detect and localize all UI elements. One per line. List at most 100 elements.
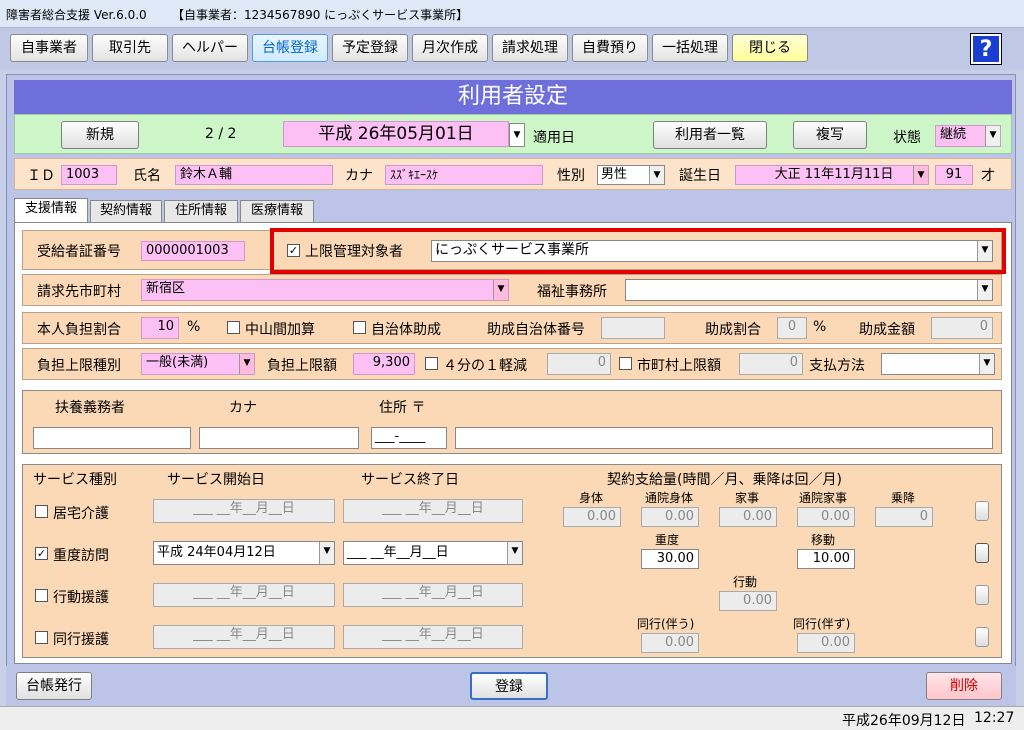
amount-field-severe[interactable]: 30.00 <box>641 549 699 569</box>
guardian-zip-field[interactable]: ___-____ <box>371 427 447 449</box>
tab-support[interactable]: 支援情報 <box>14 198 88 222</box>
service-end-severe[interactable]: ___ __年__月__日 ▼ <box>343 541 523 565</box>
cert-field[interactable]: 0000001003 <box>141 241 245 261</box>
quarter-checkbox[interactable] <box>425 357 438 370</box>
amount-label-move: 移動 <box>811 533 836 547</box>
limit-type-select[interactable]: 一般(未満) ▼ <box>141 353 255 375</box>
register-button[interactable]: 登録 <box>470 672 548 700</box>
service-end-accompany: ___ __年__月__日 <box>343 625 523 649</box>
welfare-select[interactable]: ▼ <box>625 279 993 301</box>
amount-label-body: 身体 <box>579 491 604 505</box>
amount-field-accompany-without: 0.00 <box>797 633 855 653</box>
limit-amount-field[interactable]: 9,300 <box>353 353 415 375</box>
service-start-severe[interactable]: 平成 24年04月12日 ▼ <box>153 541 335 565</box>
service-checkbox-behavior[interactable] <box>35 589 48 602</box>
apply-date-label: 適用日 <box>533 130 575 146</box>
amount-label-boarding: 乗降 <box>891 491 916 505</box>
aid-ratio-label: 助成割合 <box>705 322 761 338</box>
quarter-field: 0 <box>547 353 611 375</box>
ratio-field[interactable]: 10 <box>141 317 179 339</box>
city-limit-field: 0 <box>739 353 803 375</box>
office-title: 【自事業者：1234567890 にっぷくサービス事業所】 <box>172 8 469 22</box>
toolbar-button-monthly[interactable]: 月次作成 <box>412 34 488 62</box>
local-no-field <box>601 317 665 339</box>
service-detail-button-accompany[interactable] <box>975 627 989 647</box>
toolbar-button-helper[interactable]: ヘルパー <box>172 34 248 62</box>
service-checkbox-severe[interactable]: ✓ <box>35 547 48 560</box>
status-time: 12:27 <box>974 710 1015 726</box>
chevron-down-icon: ▼ <box>985 126 1000 146</box>
kana-field[interactable]: ｽｽﾞｷｴｰｽｹ <box>385 165 543 185</box>
user-list-button[interactable]: 利用者一覧 <box>653 121 767 149</box>
local-checkbox[interactable] <box>353 321 366 334</box>
amount-field-visit-house: 0.00 <box>797 507 855 527</box>
chevron-down-icon[interactable]: ▼ <box>509 123 525 147</box>
service-checkbox-accompany[interactable] <box>35 631 48 644</box>
record-bar: 新規 2 / 2 平成 26年05月01日 ▼ 適用日 利用者一覧 複写 状態 … <box>14 114 1012 154</box>
pay-label: 支払方法 <box>809 358 865 374</box>
status-select[interactable]: 継続 ▼ <box>935 125 1001 147</box>
new-button[interactable]: 新規 <box>61 121 139 149</box>
service-detail-button-behavior[interactable] <box>975 585 989 605</box>
amount-label-severe: 重度 <box>655 533 680 547</box>
copy-button[interactable]: 複写 <box>793 121 867 149</box>
mid-checkbox[interactable] <box>227 321 240 334</box>
sex-select[interactable]: 男性 ▼ <box>597 165 665 185</box>
service-detail-button-severe[interactable] <box>975 543 989 563</box>
service-detail-button-home[interactable] <box>975 501 989 521</box>
id-field[interactable]: 1003 <box>61 165 117 185</box>
amount-field-behavior: 0.00 <box>719 591 777 611</box>
service-start-behavior: ___ __年__月__日 <box>153 583 335 607</box>
chevron-down-icon: ▼ <box>649 166 664 184</box>
ledger-button[interactable]: 台帳発行 <box>16 672 92 700</box>
toolbar-button-batch[interactable]: 一括処理 <box>652 34 728 62</box>
delete-button[interactable]: 削除 <box>926 672 1002 700</box>
toolbar-button-partners[interactable]: 取引先 <box>92 34 168 62</box>
tab-medical[interactable]: 医療情報 <box>240 200 314 222</box>
limit-type-label: 負担上限種別 <box>37 358 121 374</box>
amount-label-behavior: 行動 <box>733 575 758 589</box>
age-field: 91 <box>935 165 973 185</box>
chevron-down-icon: ▼ <box>507 542 522 564</box>
guardian-kana-field[interactable] <box>199 427 359 449</box>
city-limit-checkbox[interactable] <box>619 357 632 370</box>
chevron-down-icon: ▼ <box>977 280 992 300</box>
toolbar-button-close[interactable]: 閉じる <box>732 34 808 62</box>
apply-date-field[interactable]: 平成 26年05月01日 <box>283 121 509 147</box>
chevron-down-icon: ▼ <box>239 354 254 374</box>
limit-type-value: 一般(未満) <box>146 355 209 370</box>
toolbar-button-billing[interactable]: 請求処理 <box>492 34 568 62</box>
service-checkbox-home[interactable] <box>35 505 48 518</box>
city-label: 請求先市町村 <box>37 284 121 300</box>
city-limit-label: 市町村上限額 <box>637 358 721 374</box>
toolbar-button-ledger[interactable]: 台帳登録 <box>252 34 328 62</box>
amount-field-move[interactable]: 10.00 <box>797 549 855 569</box>
guardian-address-field[interactable] <box>455 427 993 449</box>
city-value: 新宿区 <box>146 281 186 296</box>
guardian-name-field[interactable] <box>33 427 191 449</box>
service-start-severe-value: 平成 24年04月12日 <box>157 545 276 560</box>
guardian-section: 扶養義務者 カナ 住所 〒 ___-____ <box>22 390 1002 454</box>
highlight-box <box>270 228 1006 274</box>
birth-field[interactable]: 大正 11年11月11日 ▼ <box>735 165 929 185</box>
limit-amount-label: 負担上限額 <box>267 358 337 374</box>
name-label: 氏名 <box>133 168 161 184</box>
birth-value: 大正 11年11月11日 <box>774 167 894 182</box>
city-row: 請求先市町村 新宿区 ▼ 福祉事務所 ▼ <box>22 274 1002 306</box>
city-select[interactable]: 新宿区 ▼ <box>141 279 509 301</box>
title-bar: 障害者総合支援 Ver.6.0.0 【自事業者：1234567890 にっぷくサ… <box>0 0 1024 28</box>
app-title: 障害者総合支援 Ver.6.0.0 <box>6 8 147 22</box>
toolbar-button-deposit[interactable]: 自費預り <box>572 34 648 62</box>
name-field[interactable]: 鈴木Ａ輔 <box>175 165 333 185</box>
id-label: ＩＤ <box>27 168 55 184</box>
chevron-down-icon: ▼ <box>979 354 994 374</box>
services-col-end: サービス終了日 <box>361 472 459 488</box>
help-button[interactable]: ? <box>970 33 1002 65</box>
tab-address[interactable]: 住所情報 <box>164 200 238 222</box>
pay-select[interactable]: ▼ <box>881 353 995 375</box>
tab-contract[interactable]: 契約情報 <box>90 200 162 222</box>
guardian-label: 扶養義務者 <box>55 400 125 416</box>
toolbar-button-schedule[interactable]: 予定登録 <box>332 34 408 62</box>
aid-amount-field: 0 <box>931 317 993 339</box>
toolbar-button-office[interactable]: 自事業者 <box>10 34 88 62</box>
